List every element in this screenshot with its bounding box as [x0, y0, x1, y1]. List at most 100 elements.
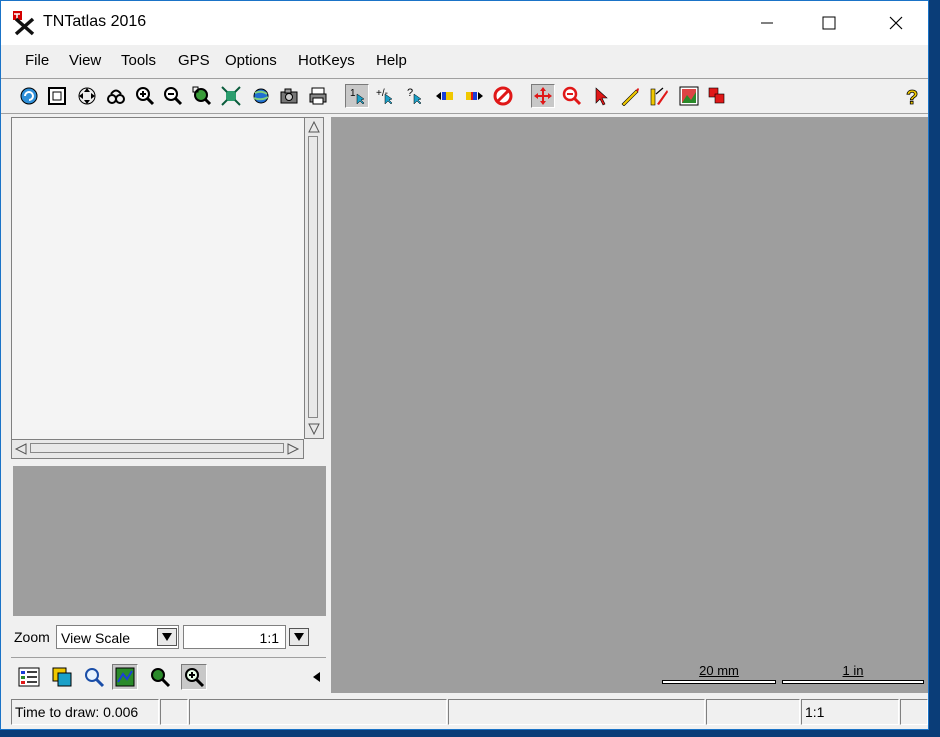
image-button[interactable] — [677, 84, 701, 108]
zoom-tool-icon — [562, 86, 582, 106]
legend-button[interactable] — [16, 664, 42, 690]
previous-view-icon — [107, 89, 125, 104]
maximize-icon — [822, 16, 836, 30]
scroll-down-icon[interactable] — [307, 422, 321, 436]
zoom-out-icon — [164, 87, 183, 106]
previous-element-icon — [436, 92, 453, 100]
menu-gps[interactable]: GPS — [178, 52, 210, 69]
previous-view-button[interactable] — [104, 84, 128, 108]
clear-selection-button[interactable] — [491, 84, 515, 108]
scroll-up-icon[interactable] — [307, 120, 321, 134]
layer-tree[interactable] — [11, 117, 304, 439]
next-element-button[interactable] — [462, 84, 486, 108]
full-view-button[interactable] — [45, 84, 69, 108]
select-many-button[interactable]: +/- — [373, 84, 397, 108]
zoom-mode-dropdown-button[interactable] — [157, 628, 177, 646]
group-view-button[interactable] — [112, 664, 138, 690]
layers-button[interactable] — [705, 84, 729, 108]
menu-view[interactable]: View — [69, 52, 101, 69]
scalebar-imperial: 1 in — [782, 663, 924, 687]
clear-selection-icon — [493, 86, 513, 106]
add-layer-icon — [52, 667, 72, 687]
zoom-ratio-dropdown-button[interactable] — [289, 628, 309, 646]
select-one-button[interactable]: 1 — [345, 84, 369, 108]
camera-icon — [280, 88, 298, 104]
next-element-icon — [466, 92, 483, 100]
camera-button[interactable] — [277, 84, 301, 108]
zoom-fit-icon — [221, 86, 241, 106]
zoom-to-layer-button[interactable] — [147, 664, 173, 690]
minimize-button[interactable] — [744, 1, 790, 45]
image-icon — [679, 86, 699, 106]
vertical-scroll-thumb[interactable] — [308, 136, 318, 418]
layer-toolbar — [11, 657, 326, 694]
scalebar-metric: 20 mm — [662, 663, 776, 687]
menu-bar: File View Tools GPS Options HotKeys Help — [1, 47, 928, 75]
main-toolbar: 1 +/- ? ? — [1, 78, 928, 114]
zoom-in-icon — [136, 87, 155, 106]
zoom-out-button[interactable] — [161, 84, 185, 108]
sketch-button[interactable] — [647, 84, 671, 108]
scroll-left-icon[interactable] — [14, 442, 28, 456]
zoom-controls: Zoom View Scale 1:1 — [11, 623, 326, 651]
layer-tree-vertical-scrollbar[interactable] — [304, 117, 324, 439]
chevron-down-icon — [294, 633, 304, 641]
redraw-button[interactable] — [17, 84, 41, 108]
scalebar-metric-line — [662, 680, 776, 684]
zoom-box-button[interactable] — [190, 84, 214, 108]
globe-button[interactable] — [249, 84, 273, 108]
svg-text:?: ? — [906, 87, 918, 106]
select-many-icon: +/- — [376, 88, 393, 105]
menu-hotkeys[interactable]: HotKeys — [298, 52, 355, 69]
chevron-down-icon — [162, 633, 172, 641]
globe-icon — [253, 88, 269, 104]
zoom-tool-button[interactable] — [560, 84, 584, 108]
zoom-fit-button[interactable] — [219, 84, 243, 108]
map-view-canvas[interactable]: 20 mm 1 in — [331, 117, 928, 693]
collapse-arrow-icon[interactable] — [313, 672, 321, 682]
layer-panel: Zoom View Scale 1:1 — [11, 117, 326, 693]
scalebar-metric-label: 20 mm — [699, 663, 739, 678]
print-button[interactable] — [306, 84, 330, 108]
overview-locator[interactable] — [13, 466, 326, 616]
zoom-in-icon — [185, 668, 205, 688]
menu-options[interactable]: Options — [225, 52, 277, 69]
svg-text:?: ? — [407, 87, 413, 99]
zoom-mode-select[interactable]: View Scale — [56, 625, 179, 649]
scalebar-imperial-label: 1 in — [842, 663, 864, 678]
select-one-icon: 1 — [350, 88, 365, 105]
status-cell-7 — [900, 699, 928, 725]
pointer-icon — [595, 87, 608, 106]
help-button[interactable]: ? — [901, 84, 925, 108]
menu-file[interactable]: File — [25, 52, 49, 69]
status-bar: Time to draw: 0.006 1:1 — [11, 699, 928, 725]
measure-button[interactable] — [618, 84, 642, 108]
zoom-ratio-field[interactable]: 1:1 — [183, 625, 286, 649]
status-cell-3 — [189, 699, 447, 725]
find-layer-button[interactable] — [81, 664, 107, 690]
title-bar: TNTatlas 2016 — [1, 1, 928, 45]
print-icon — [309, 87, 327, 105]
zoom-box-icon — [192, 86, 212, 106]
scroll-right-icon[interactable] — [286, 442, 300, 456]
help-icon: ? — [906, 87, 919, 106]
zoom-mode-value: View Scale — [61, 630, 131, 646]
previous-element-button[interactable] — [433, 84, 457, 108]
sketch-icon — [650, 87, 668, 106]
menu-tools[interactable]: Tools — [121, 52, 156, 69]
measure-icon — [621, 88, 639, 106]
add-layer-button[interactable] — [49, 664, 75, 690]
zoom-layer-in-button[interactable] — [181, 664, 207, 690]
maximize-button[interactable] — [806, 1, 852, 45]
zoom-in-button[interactable] — [133, 84, 157, 108]
zoom-to-layer-icon — [151, 668, 171, 688]
menu-help[interactable]: Help — [376, 52, 407, 69]
query-button[interactable]: ? — [402, 84, 426, 108]
pan-button[interactable] — [75, 84, 99, 108]
query-icon: ? — [407, 87, 422, 105]
move-button[interactable] — [531, 84, 555, 108]
horizontal-scroll-thumb[interactable] — [30, 443, 284, 453]
pointer-button[interactable] — [589, 84, 613, 108]
layer-tree-horizontal-scrollbar[interactable] — [11, 439, 304, 459]
close-button[interactable] — [873, 1, 919, 45]
